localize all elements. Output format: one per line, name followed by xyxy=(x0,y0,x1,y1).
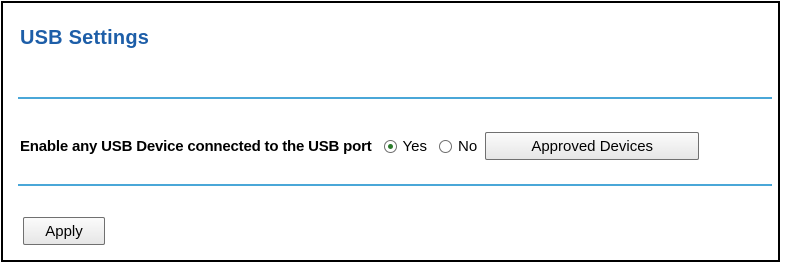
radio-no[interactable]: No xyxy=(439,138,477,155)
usb-enable-label: Enable any USB Device connected to the U… xyxy=(20,137,372,155)
radio-no-label: No xyxy=(458,137,478,155)
radio-yes-label: Yes xyxy=(402,137,427,155)
usb-settings-panel: USB Settings Enable any USB Device conne… xyxy=(1,1,780,262)
page-title: USB Settings xyxy=(20,27,150,49)
radio-yes-circle[interactable] xyxy=(383,139,397,153)
top-divider xyxy=(18,97,772,99)
approved-devices-button[interactable]: Approved Devices xyxy=(485,132,700,160)
bottom-divider xyxy=(18,184,772,186)
radio-yes[interactable]: Yes xyxy=(383,137,427,155)
usb-enable-row: Enable any USB Device connected to the U… xyxy=(20,132,700,160)
radio-no-circle[interactable] xyxy=(439,139,452,153)
apply-button[interactable]: Apply xyxy=(23,217,105,245)
